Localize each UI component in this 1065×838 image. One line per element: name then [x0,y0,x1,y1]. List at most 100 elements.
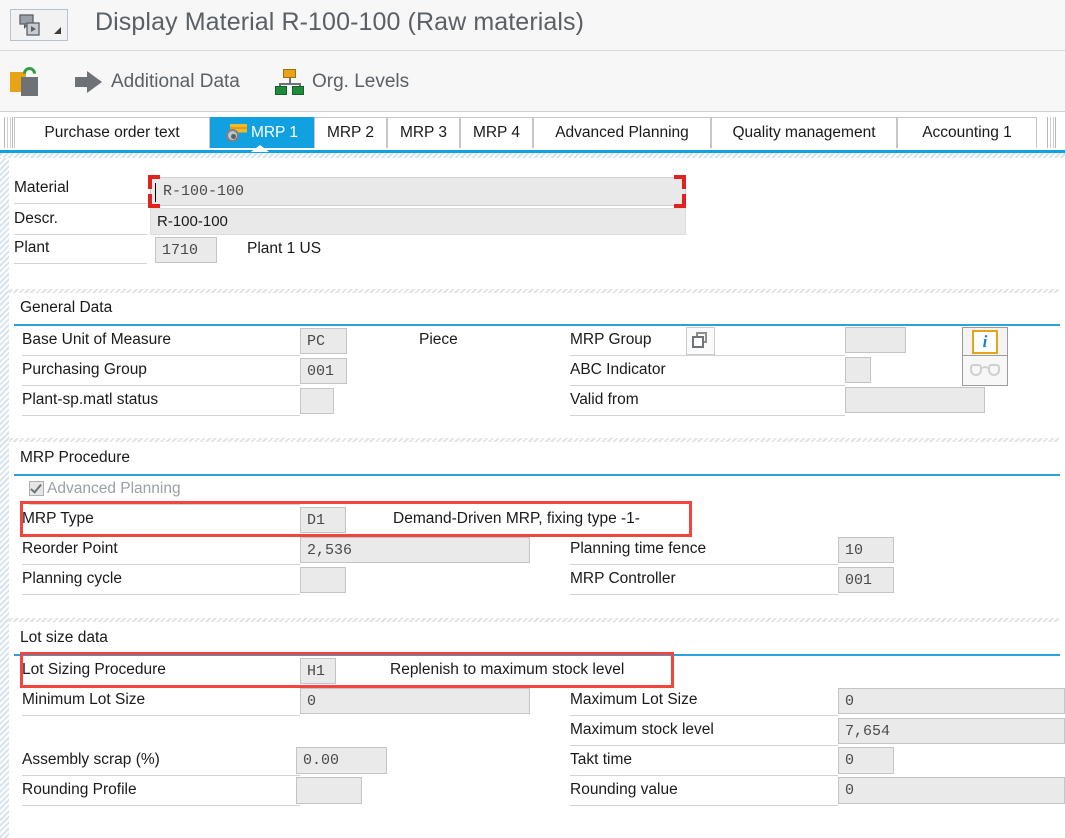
descr-input[interactable]: R-100-100 [150,208,686,235]
planning-time-fence-value: 10 [845,541,864,559]
page-title: Display Material R-100-100 (Raw material… [95,8,585,36]
section-separator-mrp [9,438,1059,442]
application-toolbar: Additional Data Org. Levels [0,51,1065,112]
base-uom-description: Piece [419,331,458,348]
text-caret [155,183,156,202]
plant-sp-status-input[interactable] [300,388,334,414]
plant-sp-status-rule [22,415,300,416]
mrp-group-input[interactable] [845,327,906,353]
abc-indicator-rule [570,385,845,386]
rounding-profile-input[interactable] [296,777,362,804]
purchasing-group-label: Purchasing Group [22,361,147,378]
maximum-stock-level-input[interactable]: 7,654 [838,718,1065,744]
sap-menu-button[interactable] [10,9,68,41]
info-button[interactable]: i [962,327,1008,356]
mrp-controller-input[interactable]: 001 [838,567,894,593]
tab-label: MRP 2 [326,124,375,141]
mrp-tab-icon [225,123,247,143]
tab-accounting-1[interactable]: Accounting 1 [897,117,1037,148]
minimum-lot-size-label: Minimum Lot Size [22,691,146,708]
abc-indicator-label: ABC Indicator [570,361,666,378]
maximum-lot-size-value: 0 [845,692,855,710]
mrp-type-description: Demand-Driven MRP, fixing type -1- [393,510,640,527]
rounding-profile-label: Rounding Profile [22,781,137,798]
value-help-icon[interactable] [686,327,715,355]
base-uom-input[interactable]: PC [300,328,347,354]
info-icon: i [972,329,998,354]
tab-mrp-2[interactable]: MRP 2 [314,117,387,148]
assembly-scrap-input[interactable]: 0.00 [296,747,387,774]
tab-scroll-right[interactable] [1047,117,1056,148]
descr-value: R-100-100 [157,213,228,230]
mrp-type-input[interactable]: D1 [300,507,346,533]
rounding-value-input[interactable]: 0 [838,777,1065,804]
planning-time-fence-input[interactable]: 10 [838,537,894,563]
title-bar: Display Material R-100-100 (Raw material… [0,0,1065,51]
mrp-type-label: MRP Type [22,510,94,527]
material-label-rule [14,203,147,204]
copy-refresh-button[interactable] [10,51,40,112]
maximum-stock-level-value: 7,654 [845,722,891,740]
minimum-lot-size-input[interactable]: 0 [300,688,530,714]
section-rule-lot-size-data [14,654,1060,656]
additional-data-button[interactable]: Additional Data [75,51,240,112]
base-uom-value: PC [307,332,326,350]
lot-sizing-procedure-value: H1 [307,662,326,680]
rounding-value-label: Rounding value [570,781,678,798]
descr-label: Descr. [14,210,58,227]
section-title-lot-size-data: Lot size data [20,629,108,646]
maximum-lot-size-label: Maximum Lot Size [570,691,698,708]
planning-time-fence-rule [570,564,838,565]
tab-quality-management[interactable]: Quality management [711,117,897,148]
mrp-controller-rule [570,594,838,595]
takt-time-input[interactable]: 0 [838,747,894,774]
rounding-profile-rule [22,805,300,806]
tab-mrp-1[interactable]: MRP 1 [210,117,314,148]
planning-cycle-rule [22,594,300,595]
advanced-planning-checkbox [29,481,44,496]
left-gutter [0,153,9,838]
tab-mrp-3[interactable]: MRP 3 [387,117,460,148]
plant-input[interactable]: 1710 [155,237,217,263]
planning-cycle-input[interactable] [300,567,346,593]
maximum-stock-level-rule [570,745,838,746]
mrp-controller-label: MRP Controller [570,570,676,587]
lot-sizing-procedure-input[interactable]: H1 [300,658,336,684]
tab-label: Accounting 1 [922,124,1012,141]
focus-bracket-tr-v [682,175,686,189]
section-rule-general-data [14,324,1060,326]
tab-scroll-left[interactable] [4,117,13,148]
org-levels-button[interactable]: Org. Levels [275,51,409,112]
purchasing-group-input[interactable]: 001 [300,358,347,384]
mrp-group-label: MRP Group [570,331,652,348]
reorder-point-label: Reorder Point [22,540,118,557]
base-uom-rule [22,355,300,356]
material-input[interactable]: R-100-100 [150,177,686,206]
tab-label: Purchase order text [44,124,180,141]
tab-purchase-order-text[interactable]: Purchase order text [14,117,210,148]
plant-sp-status-label: Plant-sp.matl status [22,391,159,408]
tab-label: MRP 1 [250,124,299,141]
section-rule-mrp-procedure [14,474,1060,476]
tab-label: MRP 4 [472,124,521,141]
reorder-point-input[interactable]: 2,536 [300,537,530,563]
takt-time-label: Takt time [570,751,633,768]
maximum-lot-size-input[interactable]: 0 [838,688,1065,714]
advanced-planning-label: Advanced Planning [47,480,181,497]
org-levels-label: Org. Levels [312,70,410,92]
plant-description: Plant 1 US [247,240,322,257]
focus-bracket-tl-v [148,175,152,189]
lot-sizing-procedure-description: Replenish to maximum stock level [390,661,625,678]
takt-time-value: 0 [845,752,855,769]
material-value: R-100-100 [163,183,245,200]
abc-indicator-input[interactable] [845,357,871,383]
right-arrow-icon [75,70,102,93]
planning-time-fence-label: Planning time fence [570,540,707,557]
tab-advanced-planning[interactable]: Advanced Planning [533,117,711,148]
display-view-button [962,356,1008,386]
dropdown-arrow-icon [54,27,61,34]
valid-from-input[interactable] [845,387,985,413]
tab-mrp-4[interactable]: MRP 4 [460,117,533,148]
takt-time-rule [570,775,838,776]
glasses-icon [970,363,1000,378]
